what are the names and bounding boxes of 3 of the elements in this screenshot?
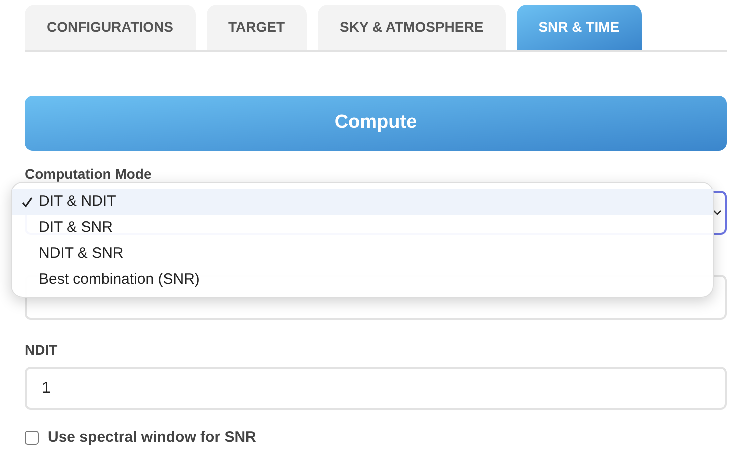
field-label: NDIT xyxy=(25,341,59,360)
field-label: Computation Mode xyxy=(25,165,153,184)
checkbox-label: Use spectral window for SNR xyxy=(48,428,256,448)
